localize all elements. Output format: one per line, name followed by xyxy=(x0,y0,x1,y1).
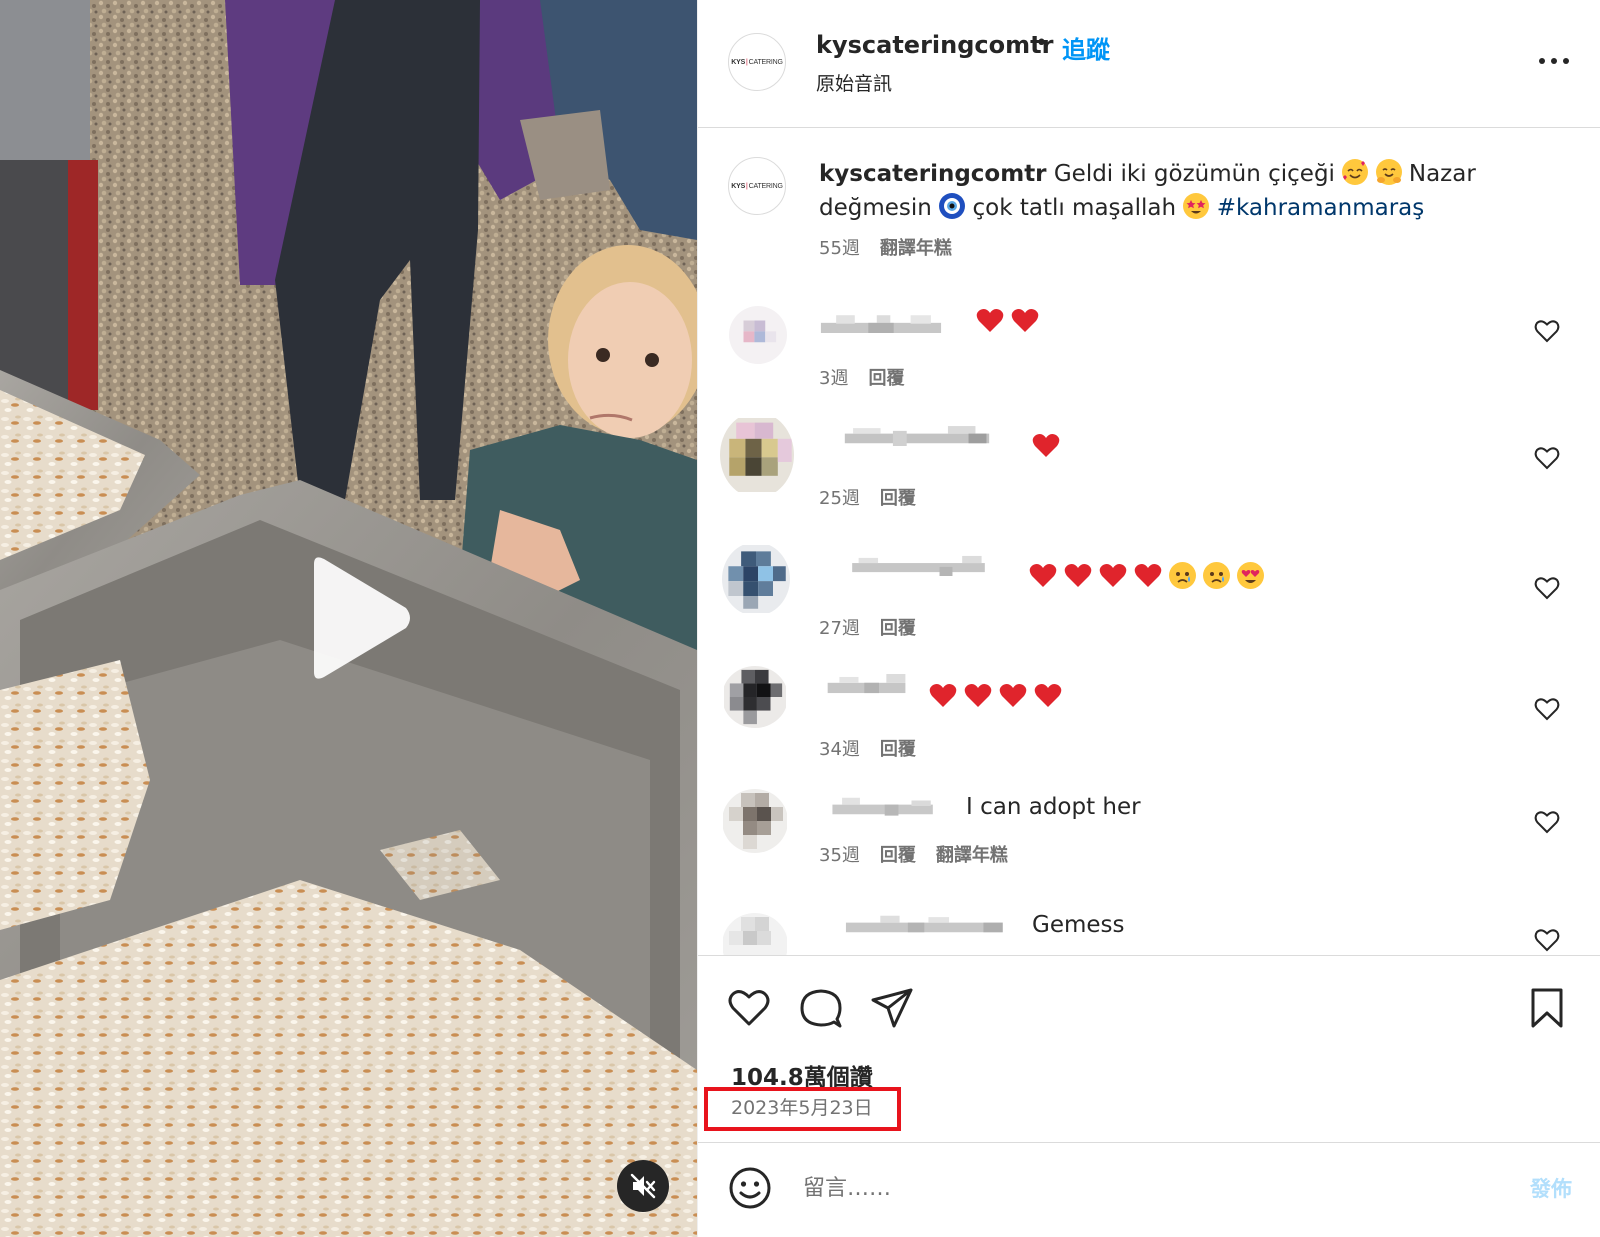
heart-icon[interactable] xyxy=(1534,318,1560,344)
blurred-avatar xyxy=(724,666,786,728)
post-date[interactable]: 2023年5月23日 xyxy=(731,1093,873,1120)
comment-meta: 25週 回覆 xyxy=(819,484,916,510)
post-comment-button[interactable]: 發佈 xyxy=(1530,1173,1572,1203)
translate-button[interactable]: 翻譯年糕 xyxy=(936,845,1008,866)
mute-toggle-button[interactable] xyxy=(617,1160,669,1212)
red-heart-emoji xyxy=(1099,564,1127,587)
reply-button[interactable]: 回覆 xyxy=(880,488,916,509)
caption-text-1: Geldi iki gözümün çiçeği xyxy=(1046,161,1343,187)
comment-item: 3週 回覆 xyxy=(698,302,1600,422)
comment-item: 25週 回覆 xyxy=(698,412,1600,532)
crying-face-emoji xyxy=(1203,562,1230,589)
separator-dot: • xyxy=(1035,31,1048,56)
send-paper-plane-icon[interactable] xyxy=(870,986,914,1030)
blurred-avatar xyxy=(722,545,790,613)
comment-meta: 35週 回覆 翻譯年糕 xyxy=(819,841,1008,867)
heart-icon[interactable] xyxy=(727,986,771,1030)
heart-icon[interactable] xyxy=(1534,696,1560,722)
reply-button[interactable]: 回覆 xyxy=(868,368,904,389)
caption-username[interactable]: kyscateringcomtr xyxy=(819,161,1047,187)
reply-button[interactable]: 回覆 xyxy=(880,618,916,639)
blurred-username xyxy=(820,315,942,333)
post-caption: kyscateringcomtr Geldi iki gözümün çiçeğ… xyxy=(819,157,1499,225)
comment-text: I can adopt her xyxy=(966,794,1141,820)
crying-face-emoji xyxy=(1169,562,1196,589)
comment-text xyxy=(1032,432,1067,460)
blurred-avatar xyxy=(723,789,787,853)
smiling-face-hearts-emoji xyxy=(1342,159,1369,185)
blurred-avatar xyxy=(729,306,787,364)
caption-text-3: çok tatlı maşallah xyxy=(965,195,1184,221)
comments-scroll-area[interactable]: KYS|CATERING kyscateringcomtr Geldi iki … xyxy=(698,129,1600,955)
caption-meta: 55週 翻譯年糕 xyxy=(819,234,952,260)
red-heart-emoji xyxy=(976,309,1004,332)
muted-speaker-icon xyxy=(630,1173,656,1199)
comment-age[interactable]: 3週 xyxy=(819,368,848,389)
blurred-avatar xyxy=(723,913,787,955)
blurred-avatar xyxy=(720,418,794,492)
audio-link[interactable]: 原始音訊 xyxy=(816,69,892,96)
author-logo: KYS|CATERING xyxy=(731,58,783,66)
comment-item: Gemess xyxy=(698,907,1600,955)
star-struck-emoji xyxy=(1183,193,1210,219)
comment-item: I can adopt her 35週 回覆 翻譯年糕 xyxy=(698,789,1600,909)
heart-icon[interactable] xyxy=(1534,445,1560,471)
comment-text xyxy=(976,307,1046,335)
post-header: KYS|CATERING kyscateringcomtr • 追蹤 原始音訊 xyxy=(698,0,1600,128)
heart-icon[interactable] xyxy=(1534,575,1560,601)
blurred-username xyxy=(845,915,1003,933)
caption-author-avatar[interactable]: KYS|CATERING xyxy=(728,157,786,215)
blurred-username xyxy=(844,426,990,446)
comment-meta: 3週 回覆 xyxy=(819,364,904,390)
comment-meta: 27週 回覆 xyxy=(819,614,916,640)
comment-form: 發佈 xyxy=(698,1144,1600,1237)
comment-item: 27週 回覆 xyxy=(698,542,1600,662)
blurred-username xyxy=(832,797,933,816)
red-heart-emoji xyxy=(999,684,1027,707)
post-actions: 104.8萬個讚 2023年5月23日 xyxy=(698,955,1600,1143)
comment-text xyxy=(929,682,1069,710)
post-side-panel: KYS|CATERING kyscateringcomtr • 追蹤 原始音訊 … xyxy=(697,0,1600,1237)
author-avatar[interactable]: KYS|CATERING xyxy=(728,33,786,91)
red-heart-emoji xyxy=(929,684,957,707)
reply-button[interactable]: 回覆 xyxy=(880,739,916,760)
heart-icon[interactable] xyxy=(1534,927,1560,953)
reply-button[interactable]: 回覆 xyxy=(880,845,916,866)
comment-text: Gemess xyxy=(1032,912,1125,938)
red-heart-emoji xyxy=(1032,434,1060,457)
comment-item: 34週 回覆 xyxy=(698,666,1600,786)
smiley-icon[interactable] xyxy=(728,1166,772,1210)
red-heart-emoji xyxy=(1134,564,1162,587)
blurred-username xyxy=(852,555,985,576)
video-player[interactable] xyxy=(0,0,697,1237)
hashtag-link[interactable]: #kahramanmaraş xyxy=(1217,195,1425,221)
red-heart-emoji xyxy=(964,684,992,707)
heart-eyes-emoji xyxy=(1237,562,1264,589)
hugging-face-emoji xyxy=(1375,159,1402,185)
heart-icon[interactable] xyxy=(1534,809,1560,835)
blurred-username xyxy=(827,674,906,694)
nazar-amulet-emoji xyxy=(939,193,966,219)
comment-age[interactable]: 35週 xyxy=(819,845,860,866)
translate-button[interactable]: 翻譯年糕 xyxy=(880,238,952,259)
author-logo: KYS|CATERING xyxy=(731,182,783,190)
follow-button[interactable]: 追蹤 xyxy=(1062,30,1110,65)
red-heart-emoji xyxy=(1034,684,1062,707)
comment-bubble-icon[interactable] xyxy=(799,986,843,1030)
red-heart-emoji xyxy=(1011,309,1039,332)
author-username[interactable]: kyscateringcomtr xyxy=(816,31,1053,59)
red-heart-emoji xyxy=(1029,564,1057,587)
play-icon[interactable] xyxy=(296,554,414,682)
caption-age[interactable]: 55週 xyxy=(819,238,860,259)
comment-input[interactable] xyxy=(803,1170,1483,1206)
bookmark-icon[interactable] xyxy=(1525,986,1569,1030)
comment-text xyxy=(1029,562,1271,590)
more-options-icon[interactable] xyxy=(1536,46,1572,76)
comment-age[interactable]: 34週 xyxy=(819,739,860,760)
comment-meta: 34週 回覆 xyxy=(819,735,916,761)
red-heart-emoji xyxy=(1064,564,1092,587)
comment-age[interactable]: 25週 xyxy=(819,488,860,509)
comment-age[interactable]: 27週 xyxy=(819,618,860,639)
